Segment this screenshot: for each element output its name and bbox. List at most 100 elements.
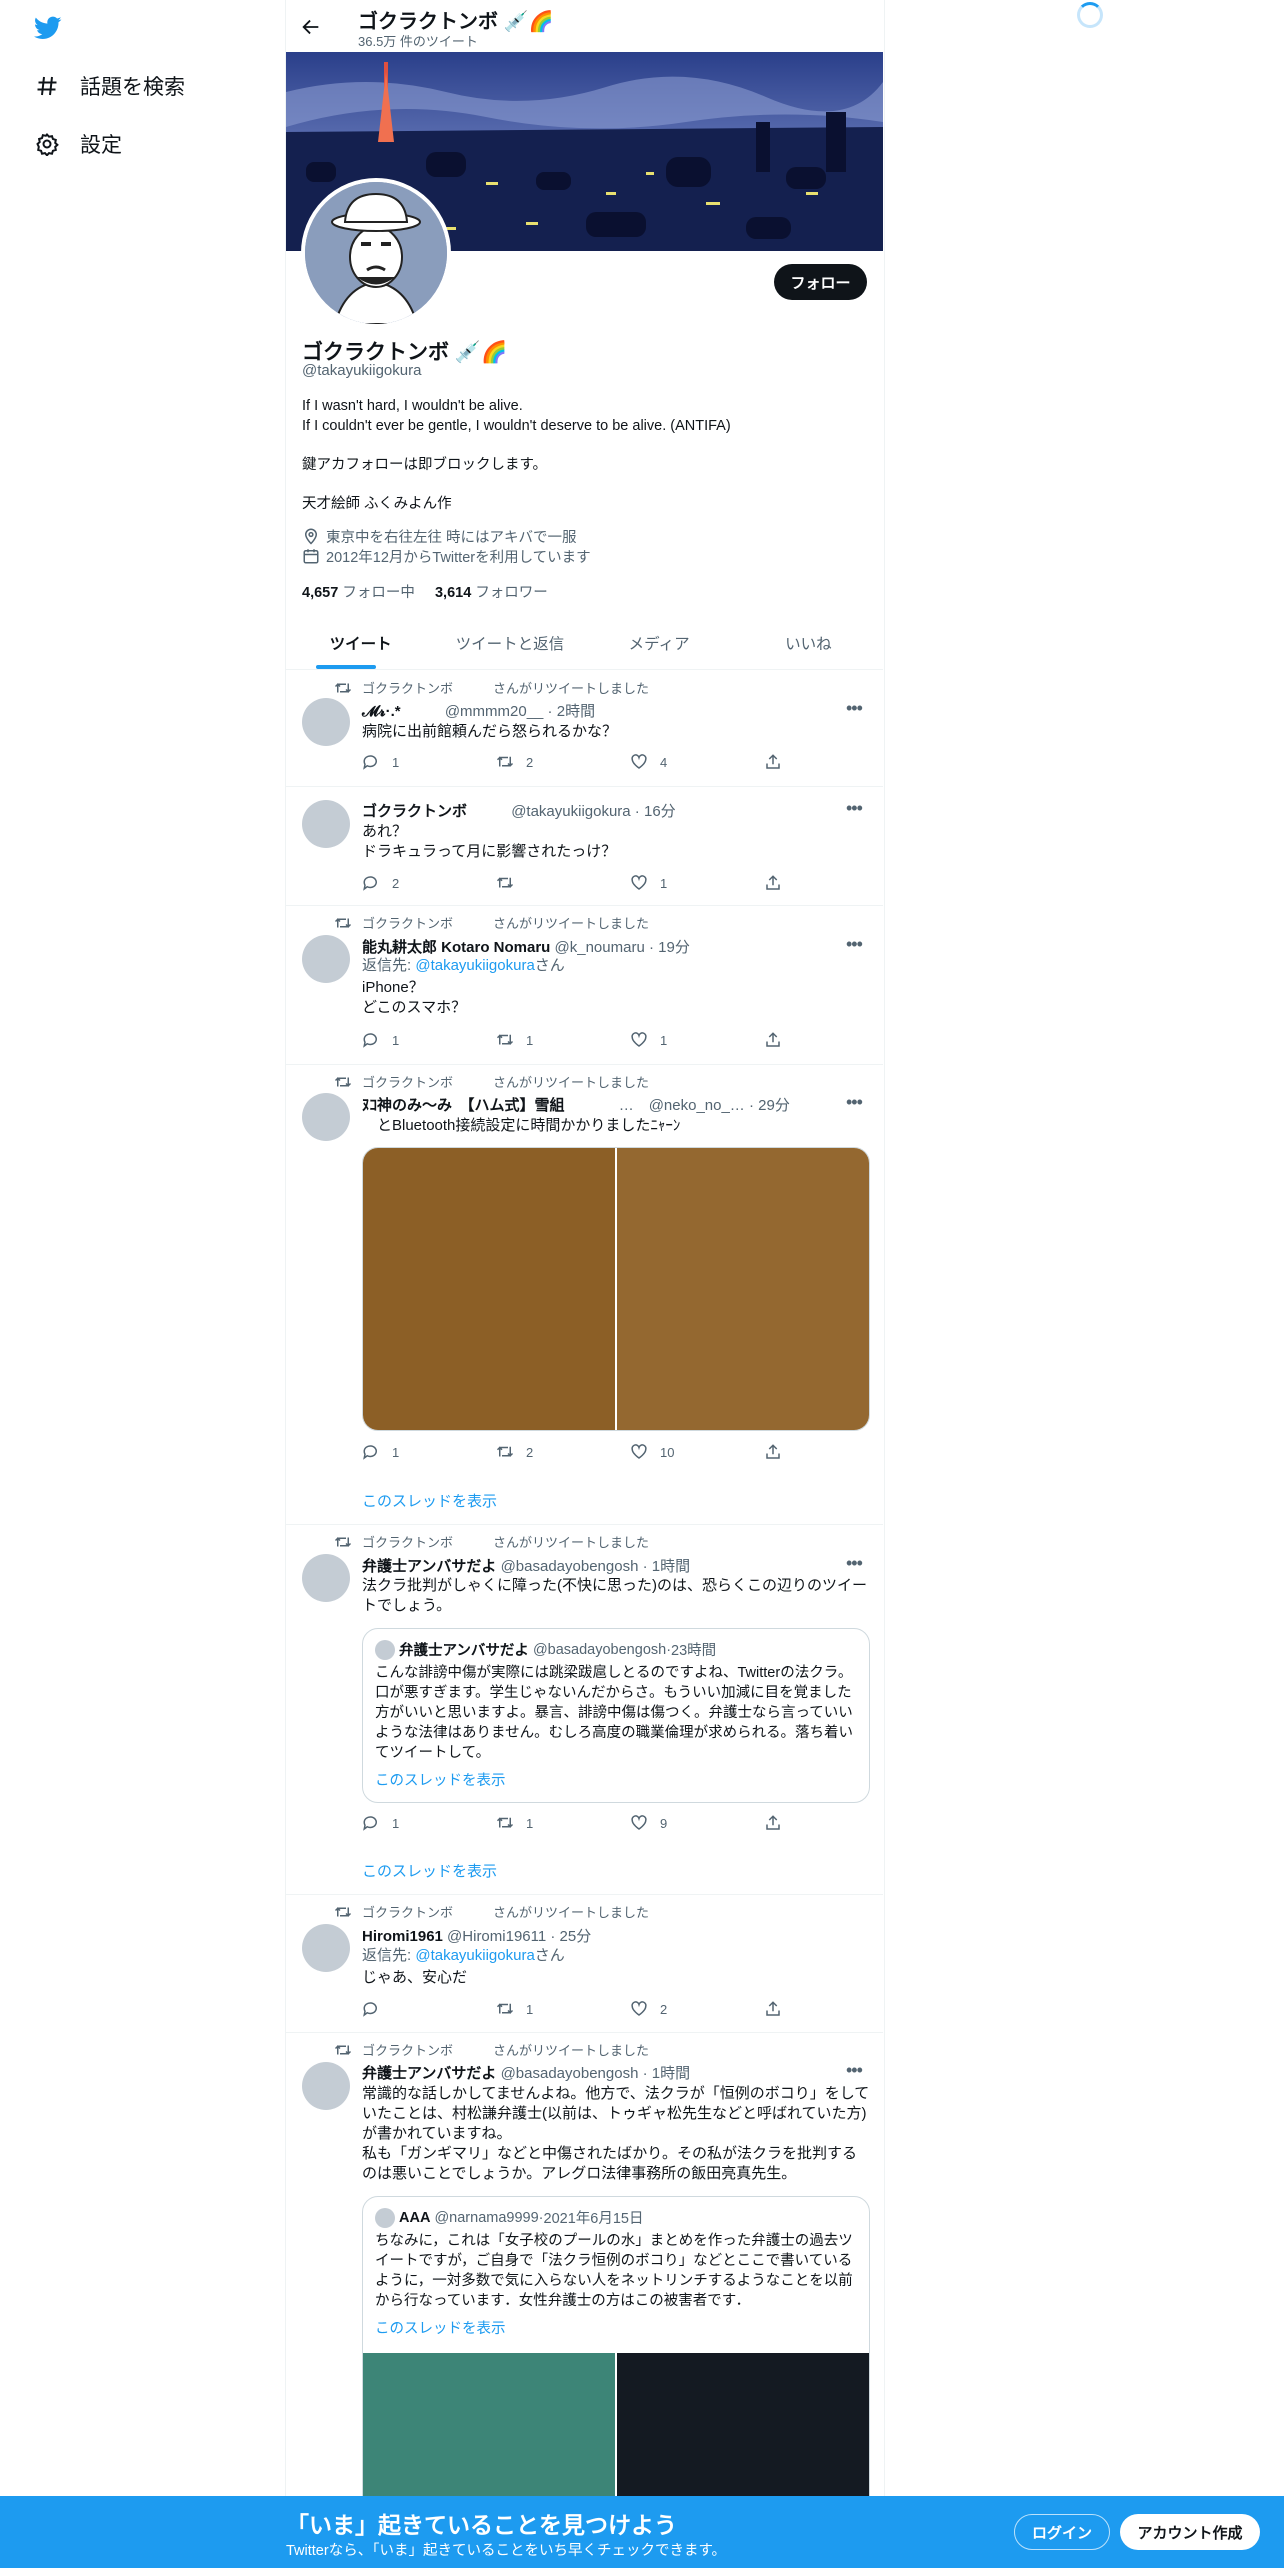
tweet-author-handle[interactable]: … @neko_no_… bbox=[619, 1097, 745, 1114]
followers-link[interactable]: 3,614 フォロワー bbox=[435, 585, 548, 601]
more-options-icon[interactable]: ••• bbox=[846, 798, 863, 819]
tweet-time[interactable]: 1時間 bbox=[652, 2065, 690, 2082]
retweet-button[interactable]: 1 bbox=[496, 1814, 533, 1832]
reply-count: 1 bbox=[392, 754, 400, 770]
media-image[interactable] bbox=[617, 1148, 869, 1430]
retweeter-name[interactable]: ゴクラクトンボ bbox=[362, 1902, 453, 1921]
header-profile-name: ゴクラクトンボ 💉🌈 bbox=[358, 11, 554, 33]
more-options-icon[interactable]: ••• bbox=[846, 698, 863, 719]
nav-explore[interactable]: 話題を検索 bbox=[34, 66, 185, 106]
media-image[interactable] bbox=[617, 2353, 869, 2517]
more-options-icon[interactable]: ••• bbox=[846, 1553, 863, 1574]
reply-button[interactable] bbox=[362, 2000, 392, 2018]
reply-button[interactable]: 1 bbox=[362, 1443, 399, 1461]
show-thread-link[interactable]: このスレッドを表示 bbox=[362, 1860, 497, 1881]
tab-tweets[interactable]: ツイート bbox=[286, 616, 435, 669]
reply-button[interactable]: 1 bbox=[362, 1814, 399, 1832]
tweet-avatar[interactable] bbox=[302, 935, 350, 983]
retweet-button[interactable]: 2 bbox=[496, 753, 533, 771]
tweet-author-handle[interactable]: @mmmm20__ bbox=[445, 703, 544, 720]
reply-button[interactable]: 1 bbox=[362, 1031, 399, 1049]
retweeter-name[interactable]: ゴクラクトンボ bbox=[362, 2040, 453, 2059]
retweet-button[interactable]: 1 bbox=[496, 1031, 533, 1049]
tweet-avatar[interactable] bbox=[302, 1554, 350, 1602]
tweet-author-handle[interactable]: @basadayobengosh bbox=[501, 2065, 639, 2082]
more-options-icon[interactable]: ••• bbox=[846, 2060, 863, 2081]
retweet-button[interactable]: 2 bbox=[496, 1443, 533, 1461]
tweet-author-handle[interactable]: @Hiromi19611 bbox=[447, 1928, 546, 1945]
share-button[interactable] bbox=[764, 1814, 794, 1832]
show-thread-link[interactable]: このスレッドを表示 bbox=[362, 1490, 497, 1511]
retweet-button[interactable] bbox=[496, 874, 526, 892]
tweet-avatar[interactable] bbox=[302, 698, 350, 746]
share-button[interactable] bbox=[764, 874, 794, 892]
tweet-author-name[interactable]: 能丸耕太郎 Kotaro Nomaru bbox=[362, 939, 550, 956]
quoted-tweet[interactable]: AAA @narnama9999 · 2021年6月15日 ちなみに，これは「女… bbox=[362, 2196, 870, 2518]
login-button[interactable]: ログイン bbox=[1014, 2514, 1110, 2550]
tweet-avatar[interactable] bbox=[302, 1924, 350, 1972]
quoted-show-thread-link[interactable]: このスレッドを表示 bbox=[375, 2317, 506, 2338]
tweet-avatar[interactable] bbox=[302, 2062, 350, 2110]
divider bbox=[286, 1524, 883, 1525]
share-button[interactable] bbox=[764, 1443, 794, 1461]
profile-location-text: 東京中を右往左往 時にはアキバで一服 bbox=[326, 529, 577, 546]
media-image[interactable] bbox=[363, 2353, 617, 2517]
quoted-tweet[interactable]: 弁護士アンバサだよ @basadayobengosh · 23時間 こんな誹謗中… bbox=[362, 1628, 870, 1803]
twitter-logo-icon[interactable] bbox=[32, 14, 64, 42]
tab-tweets-and-replies[interactable]: ツイートと返信 bbox=[435, 616, 584, 669]
tab-media[interactable]: メディア bbox=[585, 616, 734, 669]
tweet-author-name[interactable]: 𝓜𝓻·.* bbox=[362, 703, 401, 720]
like-button[interactable]: 2 bbox=[630, 2000, 667, 2018]
reply-button[interactable]: 2 bbox=[362, 874, 399, 892]
follow-button[interactable]: フォロー bbox=[774, 264, 867, 300]
tweet-author-name[interactable]: Hiromi1961 bbox=[362, 1928, 443, 1945]
reply-count: 1 bbox=[392, 1444, 400, 1460]
tweet-actions: 2 1 bbox=[362, 874, 792, 894]
signup-button[interactable]: アカウント作成 bbox=[1120, 2514, 1260, 2550]
media-image[interactable] bbox=[363, 1148, 617, 1430]
retweeter-name[interactable]: ゴクラクトンボ bbox=[362, 1072, 453, 1091]
tweet-author-handle[interactable]: @basadayobengosh bbox=[501, 1558, 639, 1575]
tweet-time[interactable]: 29分 bbox=[758, 1097, 790, 1114]
retweeter-name[interactable]: ゴクラクトンボ bbox=[362, 913, 453, 932]
tweet-author-name[interactable]: ﾇｺ神のみ～み 【ハム式】雪組 bbox=[362, 1097, 565, 1114]
reply-button[interactable]: 1 bbox=[362, 753, 399, 771]
tweet-author-name[interactable]: 弁護士アンバサだよ bbox=[362, 1558, 496, 1575]
like-button[interactable]: 1 bbox=[630, 874, 667, 892]
tweet-time[interactable]: 25分 bbox=[560, 1928, 592, 1945]
like-button[interactable]: 10 bbox=[630, 1443, 674, 1461]
share-button[interactable] bbox=[764, 1031, 794, 1049]
tweet-time[interactable]: 16分 bbox=[644, 803, 676, 820]
tweet-time[interactable]: 2時間 bbox=[557, 703, 595, 720]
retweet-button[interactable]: 1 bbox=[496, 2000, 533, 2018]
profile-joined: 2012年12月からTwitterを利用しています bbox=[302, 546, 591, 566]
tweet-author-handle[interactable]: @takayukiigokura bbox=[511, 803, 630, 820]
following-link[interactable]: 4,657 フォロー中 bbox=[302, 585, 415, 601]
retweeter-name[interactable]: ゴクラクトンボ bbox=[362, 1532, 453, 1551]
share-button[interactable] bbox=[764, 753, 794, 771]
tweet-author-name[interactable]: ゴクラクトンボ bbox=[362, 803, 467, 820]
retweeter-name[interactable]: ゴクラクトンボ bbox=[362, 678, 453, 697]
more-options-icon[interactable]: ••• bbox=[846, 934, 863, 955]
tweet-avatar[interactable] bbox=[302, 1093, 350, 1141]
location-pin-icon bbox=[302, 527, 320, 545]
tweet-media[interactable] bbox=[362, 1147, 870, 1431]
reply-to-handle[interactable]: @takayukiigokura bbox=[415, 957, 534, 974]
back-arrow-icon[interactable] bbox=[300, 16, 324, 38]
tweet-time[interactable]: 1時間 bbox=[652, 1558, 690, 1575]
tweet-author-handle[interactable]: @k_noumaru bbox=[555, 939, 645, 956]
quoted-show-thread-link[interactable]: このスレッドを表示 bbox=[375, 1769, 506, 1790]
tweet-avatar[interactable] bbox=[302, 800, 350, 848]
more-options-icon[interactable]: ••• bbox=[846, 1092, 863, 1113]
profile-avatar[interactable] bbox=[301, 178, 451, 328]
share-button[interactable] bbox=[764, 2000, 794, 2018]
tweet-author-name[interactable]: 弁護士アンバサだよ bbox=[362, 2065, 496, 2082]
like-button[interactable]: 9 bbox=[630, 1814, 667, 1832]
like-button[interactable]: 1 bbox=[630, 1031, 667, 1049]
like-button[interactable]: 4 bbox=[630, 753, 667, 771]
reply-to-handle[interactable]: @takayukiigokura bbox=[415, 1947, 534, 1964]
tab-likes[interactable]: いいね bbox=[734, 616, 883, 669]
nav-settings[interactable]: 設定 bbox=[34, 124, 122, 164]
tweet-time[interactable]: 19分 bbox=[658, 939, 690, 956]
quoted-media[interactable] bbox=[363, 2353, 869, 2517]
